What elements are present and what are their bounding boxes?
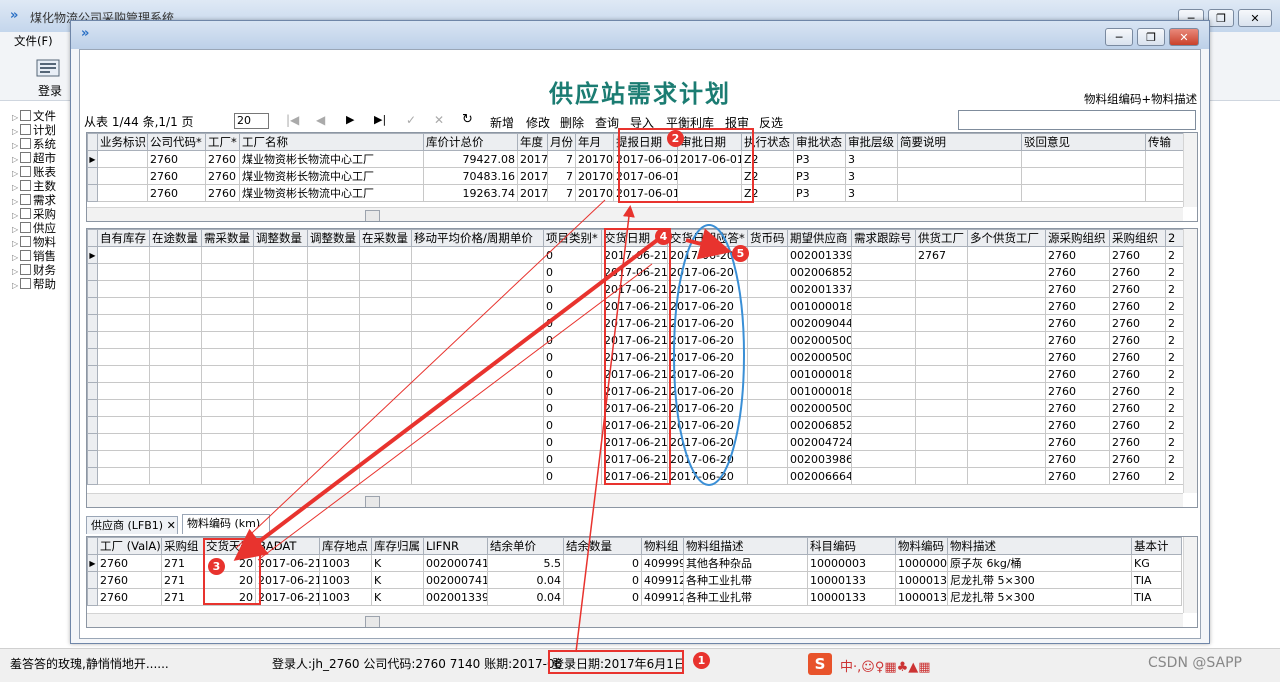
- annotation-ellipse: [673, 224, 745, 486]
- annotation-badge-2: 2: [667, 130, 684, 147]
- annotation-box-submit-date: [618, 128, 754, 203]
- annotation-box-login-date: [548, 650, 684, 674]
- annotation-badge-3: 3: [208, 558, 225, 575]
- annotation-arrow-2: [235, 199, 606, 549]
- annotation-arrow-5: [685, 228, 732, 260]
- annotation-badge-4: 4: [655, 228, 672, 245]
- annotation-arrow-3: [233, 236, 662, 561]
- annotation-box-delivery-date: [604, 228, 671, 485]
- annotation-badge-1: 1: [693, 652, 710, 669]
- annotation-badge-5: 5: [732, 245, 749, 262]
